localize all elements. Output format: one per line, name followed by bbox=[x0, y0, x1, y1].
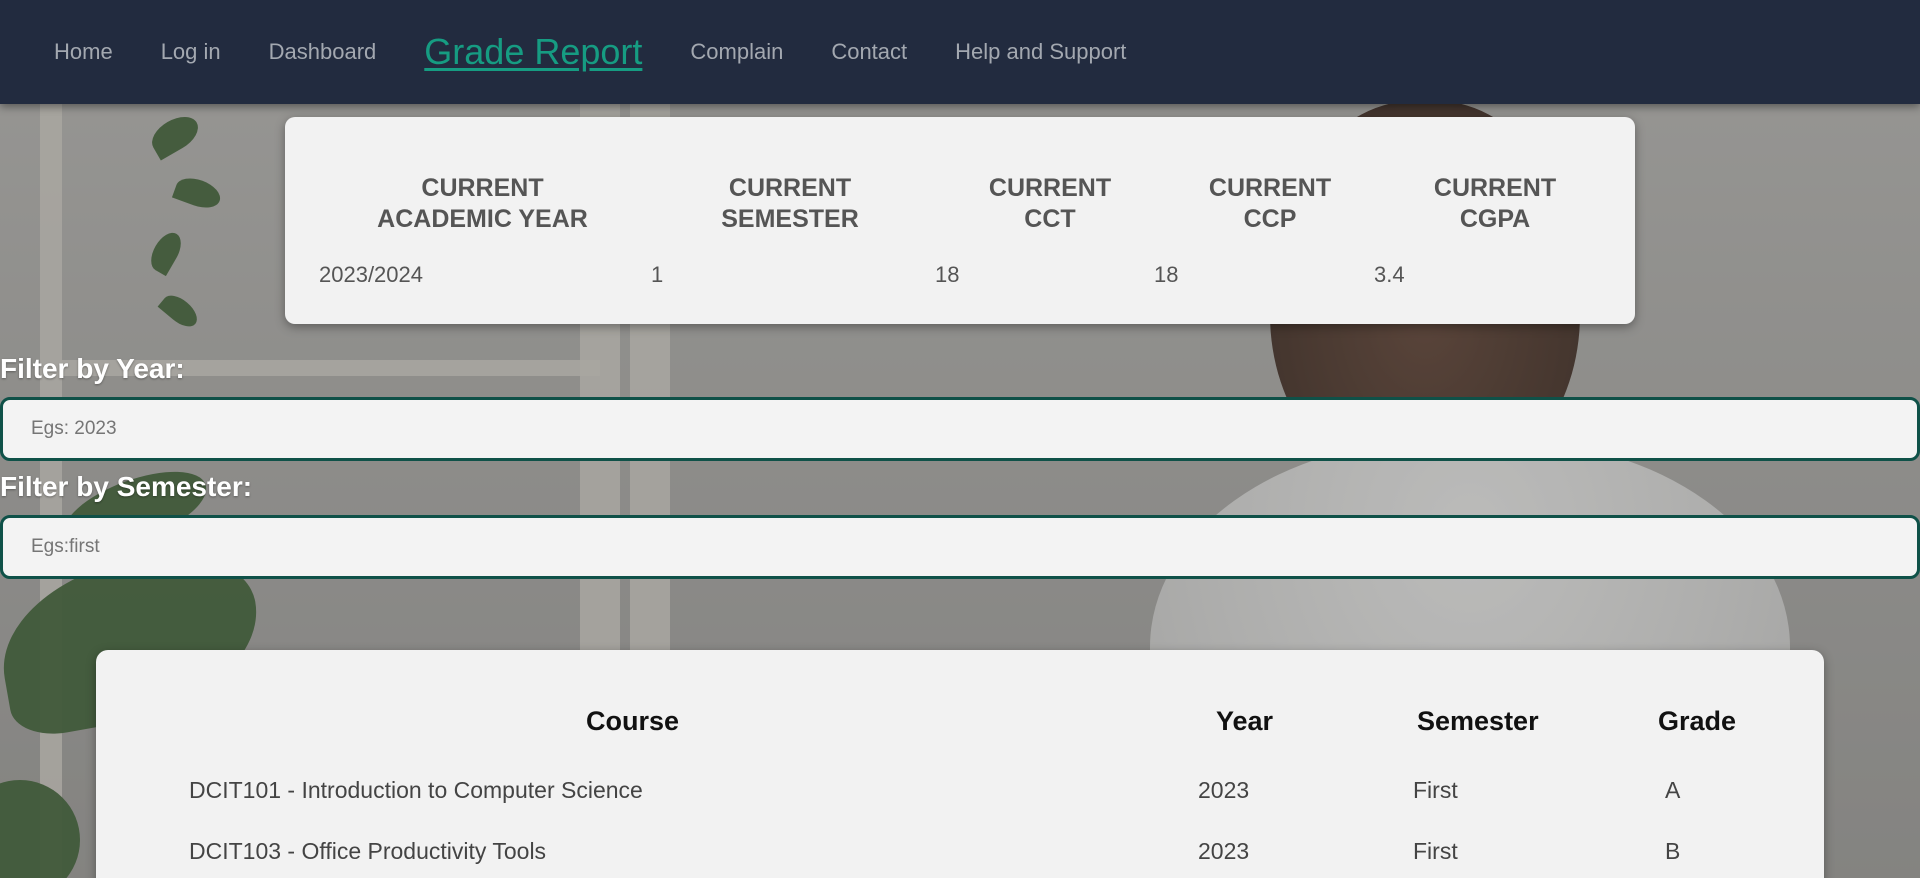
column-header-semester: Semester bbox=[1417, 706, 1539, 736]
cell-course: DCIT103 - Office Productivity Tools bbox=[189, 838, 547, 864]
current-summary-card: CURRENT ACADEMIC YEAR CURRENT SEMESTER C… bbox=[285, 117, 1635, 324]
summary-value-academic-year: 2023/2024 bbox=[319, 262, 423, 287]
summary-value-cgpa: 3.4 bbox=[1374, 262, 1405, 287]
summary-header-academic-year: CURRENT ACADEMIC YEAR bbox=[285, 173, 680, 235]
summary-header-line: CURRENT bbox=[1433, 174, 1557, 202]
summary-header-ccp: CURRENT CCP bbox=[1160, 173, 1380, 235]
summary-header-line: SEMESTER bbox=[721, 205, 859, 233]
summary-header-cgpa: CURRENT CGPA bbox=[1385, 173, 1605, 235]
summary-header-line: ACADEMIC YEAR bbox=[377, 205, 588, 233]
summary-header-line: CCT bbox=[1024, 205, 1076, 233]
summary-header-cct: CURRENT CCT bbox=[940, 173, 1160, 235]
nav-link-log-in[interactable]: Log in bbox=[161, 39, 221, 65]
column-header-grade: Grade bbox=[1658, 706, 1737, 736]
filter-semester-label: Filter by Semester: bbox=[0, 471, 253, 502]
cell-semester: First bbox=[1413, 838, 1458, 864]
nav-link-grade-report[interactable]: Grade Report bbox=[424, 31, 642, 73]
cell-grade: B bbox=[1665, 838, 1681, 864]
cell-year: 2023 bbox=[1198, 838, 1250, 864]
cell-semester: First bbox=[1413, 777, 1458, 803]
nav-link-home[interactable]: Home bbox=[54, 39, 113, 65]
cell-grade: A bbox=[1665, 777, 1681, 803]
summary-header-line: CURRENT bbox=[988, 174, 1112, 202]
navbar: Home Log in Dashboard Grade Report Compl… bbox=[0, 0, 1920, 104]
filter-semester-input[interactable] bbox=[0, 515, 1920, 579]
filter-year-input[interactable] bbox=[0, 397, 1920, 461]
filter-year-label: Filter by Year: bbox=[0, 353, 185, 384]
nav-link-help-and-support[interactable]: Help and Support bbox=[955, 39, 1126, 65]
grades-table-card: Course Year Semester Grade DCIT101 - Int… bbox=[96, 650, 1824, 878]
summary-header-line: CGPA bbox=[1459, 205, 1531, 233]
summary-value-semester: 1 bbox=[651, 262, 664, 287]
nav-link-dashboard[interactable]: Dashboard bbox=[269, 39, 377, 65]
nav-link-contact[interactable]: Contact bbox=[831, 39, 907, 65]
nav-link-complain[interactable]: Complain bbox=[690, 39, 783, 65]
summary-header-line: CURRENT bbox=[421, 174, 544, 202]
cell-course: DCIT101 - Introduction to Computer Scien… bbox=[189, 777, 643, 803]
cell-year: 2023 bbox=[1198, 777, 1250, 803]
summary-value-cct: 18 bbox=[935, 262, 960, 287]
summary-header-semester: CURRENT SEMESTER bbox=[680, 173, 900, 235]
nav-list: Home Log in Dashboard Grade Report Compl… bbox=[54, 31, 1174, 73]
summary-value-ccp: 18 bbox=[1154, 262, 1179, 287]
summary-header-line: CURRENT bbox=[728, 174, 852, 202]
summary-header-line: CCP bbox=[1243, 205, 1297, 233]
summary-header-line: CURRENT bbox=[1208, 174, 1332, 202]
column-header-course: Course bbox=[586, 706, 680, 736]
column-header-year: Year bbox=[1216, 706, 1274, 736]
